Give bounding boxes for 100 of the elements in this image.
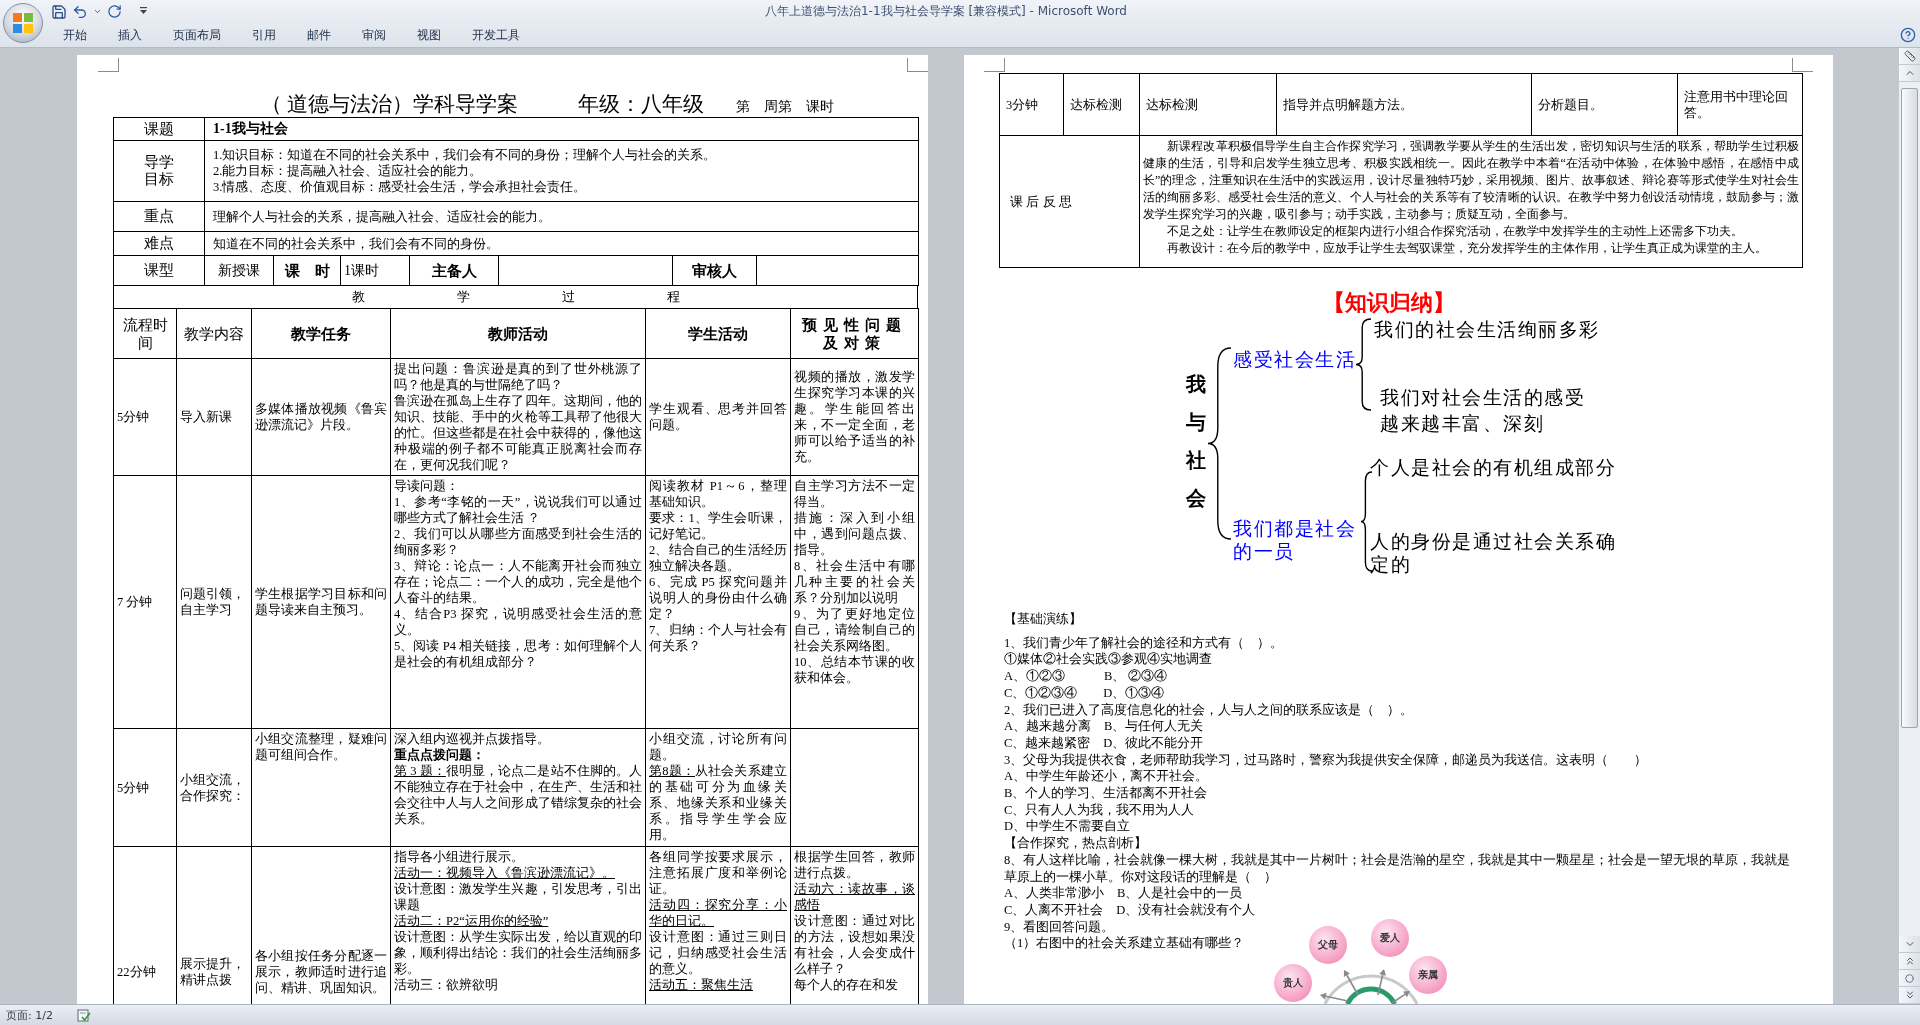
cell-text: 重点点拨问题： [394, 747, 486, 763]
document-title: （ 道德与法治）学科导学案 [261, 92, 519, 117]
cell-text: 设计意图：通过对比的方法，设想如果没有社会，人会变成什么样子？ [794, 913, 915, 977]
reflection-paragraph: 再教设计：在今后的教学中，应放手让学生去驾驭课堂，充分发挥学生的主体作用，让学生真正成为课堂的主人。 [1166, 240, 1768, 257]
arrow [1391, 991, 1410, 1004]
period-text: 第 周第 课时 [736, 98, 835, 116]
cell-text: 设计意图：通过三则日记，归纳感受社会生活的意义。 [649, 929, 787, 977]
map-leaf-text: 我们对社会生活的感受越来越丰富、深刻 [1380, 385, 1586, 436]
exercise-text: 8、有人这样比喻，社会就像一棵大树，我就是其中一片树叶；社会是浩瀚的星空，我就是其中一颗星星；社会是一望无垠的草原，我就是草原上的一棵小草。你对这段话的理解是（ ） [1004, 851, 1792, 886]
cell-text: 自主学习方法不一定得当。 [794, 478, 915, 510]
cell-text: 导读问题： [394, 478, 460, 494]
row-label: 重点 [143, 208, 175, 225]
cell-text: 各小组按任务分配逐一展示，教师适时进行追问、精讲、巩固知识。 [255, 947, 387, 996]
customize-caret-icon[interactable] [139, 7, 148, 17]
exercise-text: 2、我们已进入了高度信息化的社会，人与人之间的联系应该是（ ）。 [1004, 701, 1414, 719]
scroll-thumb[interactable] [1901, 88, 1918, 728]
column-header: 学生活动 [688, 325, 748, 342]
book-check-icon[interactable] [76, 1008, 91, 1022]
exercise-text: A、①②③ B、 ②③④ [1004, 668, 1168, 685]
exercise-text: C、人离不开社会 D、没有社会就没有个人 [1004, 901, 1256, 919]
cell-text: 2、结合自己的生活经历独立解决各题。 [649, 542, 787, 574]
content-text: 分析题目。 [1538, 96, 1604, 113]
cell-text: 小组交流，讨论所有问题。 [649, 731, 787, 763]
column-header: 流程时间 [122, 316, 168, 351]
info-text: 3.情感、态度、价值观目标：感受社会生活，学会承担社会责任。 [213, 179, 588, 195]
ribbon-tab[interactable]: 视图 [401, 24, 456, 47]
scroll-down-button[interactable] [1899, 936, 1920, 953]
cell-text: 活动六：读故事，谈感悟 [794, 881, 915, 913]
cell-text: 4、结合P3 探究，说明感受社会生活的意义。 [394, 606, 642, 638]
cell-text: 1、参考“李铭的一天”，说说我们可以通过哪些方式了解社会生活 ？ [394, 494, 642, 526]
cell-text: 活动五：聚焦生活 [649, 977, 754, 993]
page-indicator[interactable]: 页面: 1/2 [6, 1007, 63, 1023]
column-header: 教学内容 [184, 325, 244, 342]
duration-text: 5分钟 [117, 779, 151, 796]
ribbon-tab[interactable]: 插入 [102, 24, 157, 47]
cell-text: 学生根据学习目标和问题导读来自主预习。 [255, 586, 387, 618]
duration-text: 7 分钟 [117, 594, 154, 610]
content-text: 展示提升，精讲点拨 [180, 955, 246, 988]
hub-ring [1345, 986, 1397, 1004]
ribbon-tab[interactable]: 页面布局 [157, 24, 236, 47]
content-text: 达标检测 [1070, 96, 1123, 113]
info-text: 1.知识目标：知道在不同的社会关系中，我们会有不同的身份；理解个人与社会的关系。 [213, 147, 718, 163]
content-text: 指导并点明解题方法。 [1283, 96, 1414, 113]
next-page-button[interactable] [1899, 987, 1920, 1004]
exercise-text: 1、我们青少年了解社会的途径和方式有（ ）。 [1004, 634, 1284, 652]
cell-text: 活动一：视频导入《鲁滨逊漂流记》。 [394, 865, 616, 881]
content-text: 导入新课 [180, 409, 233, 425]
cell-text: 指导各小组进行展示。 [394, 849, 525, 865]
row-label: 课 后 反 思 [1009, 193, 1072, 209]
exercise-text: C、越来越紧密 D、彼此不能分开 [1004, 734, 1204, 752]
save-icon[interactable] [51, 3, 67, 20]
relation-node: 贵人 [1274, 964, 1312, 1002]
cell-text: 8、社会生活中有哪几种主要的社会关系？分别加以说明 [794, 558, 915, 606]
exercise-text: C、①②③④ D、①③④ [1004, 684, 1165, 702]
ruler-toggle-button[interactable] [1899, 48, 1920, 65]
exercise-text: 9、看图回答问题。 [1004, 918, 1115, 936]
margin-corner-mark [98, 58, 119, 72]
row-label: 难点 [143, 235, 175, 252]
exercise-text: A、中学生年龄还小，离不开社会。 [1004, 768, 1209, 786]
cell-text: 要求：1、学生会听课，记好笔记。 [649, 510, 787, 542]
cell-text: 深入组内巡视并点拨指导。 [394, 731, 551, 747]
reflection-paragraph: 不足之处：让学生在教师设定的框架内进行小组合作探究活动，在教学中发挥学生的主动性上还需多下功夫。 [1166, 223, 1744, 240]
ribbon-tab[interactable]: 邮件 [291, 24, 346, 47]
exercise-text: A、越来越分离 B、与任何人无关 [1004, 718, 1204, 735]
cell-text: 3、辩论：论点一：人不能离开社会而独立存在；论点二：一个人的成功，完全是他个人奋斗的结果。 [394, 558, 642, 606]
exercise-text: 【基础演练】 [1004, 611, 1082, 628]
column-header: 教学任务 [291, 325, 351, 342]
cell-text: 2、我们可以从哪些方面感受到社会生活的绚丽多彩？ [394, 526, 642, 558]
lesson-title: 1-1我与社会 [213, 120, 289, 138]
relation-node: 父母 [1309, 926, 1347, 964]
margin-corner-mark [1792, 58, 1813, 72]
cell-text: 根据学生回答，教师进行点拨。 [794, 849, 915, 881]
field-label: 课 时 [283, 262, 331, 279]
exercise-text: A、人类非常渺小 B、人是社会中的一员 [1004, 885, 1243, 902]
office-button[interactable] [3, 3, 43, 43]
cell-text: 设计意图：激发学生兴趣，引发思考，引出课题 [394, 881, 642, 913]
cell-text: 设计意图：从学生实际出发，给以直观的印象，顺利得出结论：我们的社会生活绚丽多彩。 [394, 929, 642, 977]
duration-text: 22分钟 [117, 963, 157, 980]
info-text: 知道在不同的社会关系中，我们会有不同的身份。 [213, 235, 500, 252]
cell-text: 6、完成 P5 探究问题并说明人的身份由什么确定？ [649, 574, 787, 622]
column-header: 预见性问题及对策 [802, 316, 907, 351]
previous-page-button[interactable] [1899, 953, 1920, 970]
ribbon-tab[interactable]: 开发工具 [456, 24, 535, 47]
lesson-type-value: 新授课 [217, 262, 261, 279]
undo-icon[interactable] [72, 3, 88, 20]
cell-text: 9、为了更好地定位自己，请绘制自己的社会关系网络图。 [794, 606, 915, 654]
browse-object-button[interactable] [1899, 970, 1920, 987]
help-icon[interactable] [1900, 27, 1916, 44]
ribbon-tab[interactable]: 开始 [47, 24, 102, 47]
exercise-text: D、中学生不需要自立 [1004, 818, 1131, 836]
cell-text: 视频的播放，激发学生探究学习本课的兴趣。学生能回答出来，不一定全面，老师可以给予适当的补充。 [794, 369, 915, 465]
ribbon-tab[interactable]: 引用 [236, 24, 291, 47]
map-leaf-text: 我们的社会生活绚丽多彩 [1374, 317, 1601, 341]
window-title: 八年上道德与法治1-1我与社会导学案 [兼容模式] - Microsoft Word [765, 3, 1127, 21]
content-text: 注意用书中理论回答。 [1684, 88, 1789, 121]
cell-text: 鲁滨逊在孤岛上生存了四年。这期间，他的知识、技能、手中的火枪等工具帮了他很大的忙。但这些都是在社会中获得的，像他这种极端的例子都不可能真正脱离社会而存在，更何况我们呢？ [394, 393, 642, 473]
exercise-text: 3、父母为我提供衣食，老师帮助我学习，过马路时，警察为我提供安全保障，邮递员为我送信。这表明（ ） [1004, 751, 1648, 769]
ribbon-tab[interactable]: 审阅 [346, 24, 401, 47]
redo-icon[interactable] [107, 4, 122, 20]
map-root-text: 我与社会 [1186, 371, 1206, 512]
